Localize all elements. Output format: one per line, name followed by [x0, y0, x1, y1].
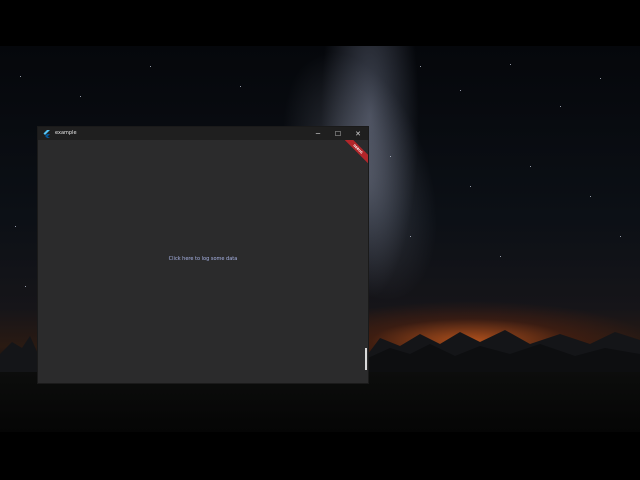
debug-banner: DEBUG	[344, 140, 368, 164]
maximize-button[interactable]: ☐	[328, 127, 348, 140]
log-data-button[interactable]: Click here to log some data	[38, 256, 368, 262]
app-window: example ─ ☐ ✕ DEBUG Click here to log so…	[38, 127, 368, 383]
close-button[interactable]: ✕	[348, 127, 368, 140]
minimize-button[interactable]: ─	[308, 127, 328, 140]
debug-banner-label: DEBUG	[344, 140, 368, 164]
scrollbar-thumb[interactable]	[365, 348, 367, 370]
screen-frame: example ─ ☐ ✕ DEBUG Click here to log so…	[0, 0, 640, 480]
app-content: DEBUG Click here to log some data	[38, 140, 368, 383]
flutter-icon	[42, 129, 51, 138]
window-titlebar[interactable]: example ─ ☐ ✕	[38, 127, 368, 140]
window-controls: ─ ☐ ✕	[308, 127, 368, 140]
window-title: example	[55, 130, 77, 136]
